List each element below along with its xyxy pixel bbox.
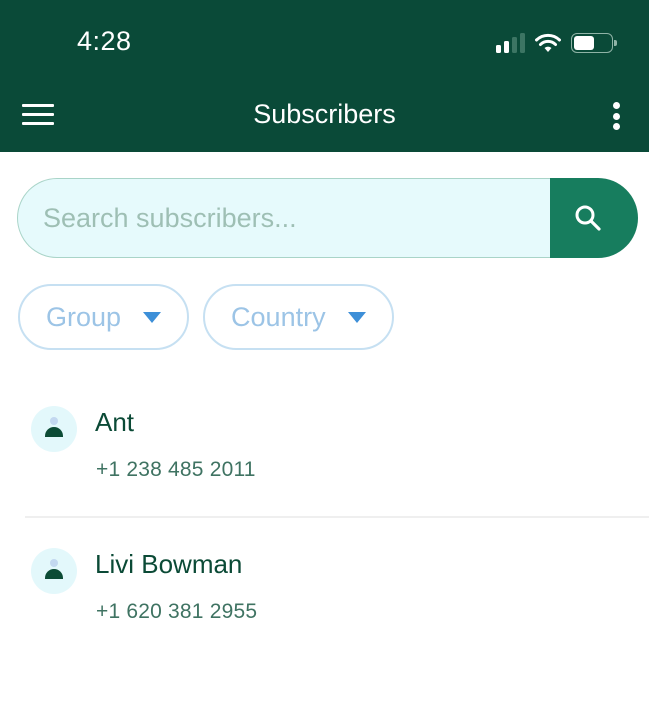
search-bar <box>17 178 638 258</box>
signal-icon <box>496 33 525 53</box>
person-icon <box>31 406 77 452</box>
search-button[interactable] <box>550 178 638 258</box>
status-time: 4:28 <box>77 26 132 56</box>
filter-chips: Group Country <box>18 284 394 350</box>
app-header: 4:28 Subscribers <box>0 0 649 152</box>
search-icon <box>575 205 601 231</box>
subscriber-name: Livi Bowman <box>95 549 243 579</box>
status-icons <box>496 31 617 55</box>
subscriber-name: Ant <box>95 407 135 437</box>
wifi-icon <box>535 33 561 52</box>
group-filter-dropdown[interactable]: Group <box>18 284 190 350</box>
dropdown-arrow-icon <box>143 311 162 323</box>
person-icon <box>31 548 77 594</box>
country-filter-label: Country <box>231 301 326 332</box>
dropdown-arrow-icon <box>347 311 366 323</box>
subscriber-phone: +1 238 485 2011 <box>96 458 256 481</box>
country-filter-dropdown[interactable]: Country <box>203 284 394 350</box>
list-item[interactable]: Livi Bowman +1 620 381 2955 <box>0 522 649 660</box>
more-vertical-icon[interactable] <box>607 100 625 132</box>
subscriber-phone: +1 620 381 2955 <box>96 600 258 623</box>
battery-icon <box>571 33 617 53</box>
group-filter-label: Group <box>46 301 122 332</box>
subscriber-list: Ant +1 238 485 2011 Livi Bowman +1 620 3… <box>0 380 649 660</box>
divider <box>25 516 649 518</box>
page-title: Subscribers <box>253 99 396 129</box>
list-item[interactable]: Ant +1 238 485 2011 <box>0 380 649 518</box>
search-input[interactable] <box>17 178 550 258</box>
